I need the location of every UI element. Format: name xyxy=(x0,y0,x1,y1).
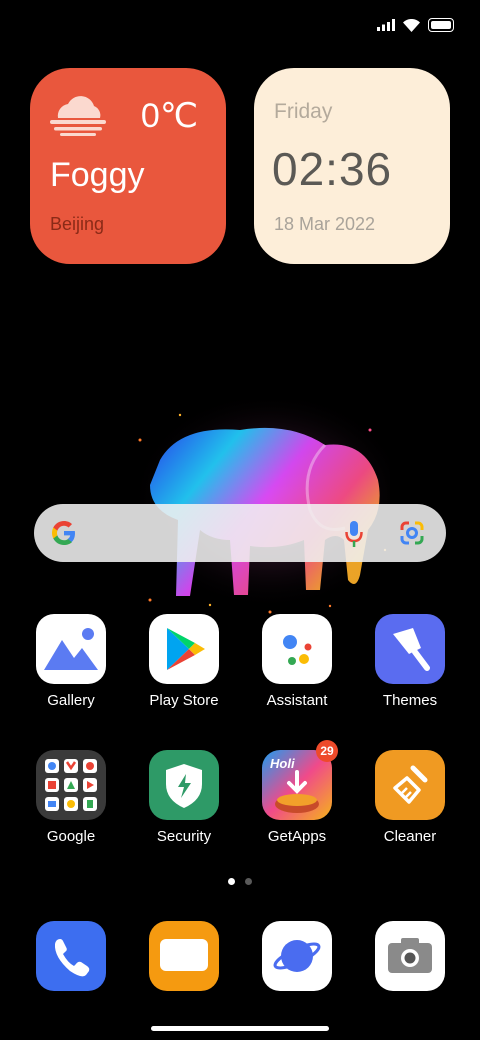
city-name: Beijing xyxy=(50,214,105,234)
app-label: Themes xyxy=(382,692,438,709)
status-bar xyxy=(377,18,454,32)
app-label: Gallery xyxy=(47,692,95,709)
fog-icon xyxy=(50,96,106,136)
page-indicator xyxy=(228,878,252,885)
app-gallery[interactable]: Gallery xyxy=(21,614,121,709)
app-getapps[interactable]: Holi 29 GetApps xyxy=(247,740,347,845)
app-label: Security xyxy=(156,828,212,845)
battery-icon xyxy=(428,18,454,32)
phone-icon xyxy=(36,921,106,991)
app-google-folder[interactable]: Google xyxy=(21,750,121,845)
google-folder-icon xyxy=(36,750,106,820)
play-store-icon xyxy=(149,614,219,684)
messages-icon xyxy=(149,921,219,991)
temperature: 0℃ xyxy=(140,97,198,135)
app-security[interactable]: Security xyxy=(134,750,234,845)
app-assistant[interactable]: Assistant xyxy=(247,614,347,709)
app-label: Play Store xyxy=(149,692,219,709)
clock-time: 02:36 xyxy=(272,143,393,195)
security-icon xyxy=(149,750,219,820)
day-of-week: Friday xyxy=(274,100,333,123)
gallery-icon xyxy=(36,614,106,684)
weather-condition: Foggy xyxy=(50,156,145,194)
signal-icon xyxy=(377,19,395,31)
clock-widget[interactable]: Friday 02:36 18 Mar 2022 xyxy=(254,68,450,264)
google-logo xyxy=(52,521,75,545)
home-indicator[interactable] xyxy=(151,1026,329,1031)
mic-icon[interactable] xyxy=(344,520,364,548)
app-label: Cleaner xyxy=(383,828,437,845)
dock-phone[interactable] xyxy=(36,921,106,991)
date: 18 Mar 2022 xyxy=(274,214,376,234)
weather-widget[interactable]: 0℃ Foggy Beijing xyxy=(30,68,226,264)
page-dot-active xyxy=(228,878,235,885)
app-cleaner[interactable]: Cleaner xyxy=(360,750,460,845)
camera-icon xyxy=(375,921,445,991)
dock-messages[interactable] xyxy=(149,921,219,991)
dock-browser[interactable] xyxy=(262,921,332,991)
app-label: GetApps xyxy=(267,828,327,845)
cleaner-icon xyxy=(375,750,445,820)
lens-icon[interactable] xyxy=(398,520,426,546)
themes-icon xyxy=(375,614,445,684)
notification-badge: 29 xyxy=(316,740,338,762)
wifi-icon xyxy=(403,18,420,32)
app-label: Assistant xyxy=(266,692,328,709)
assistant-icon xyxy=(262,614,332,684)
app-play-store[interactable]: Play Store xyxy=(134,614,234,709)
getapps-banner: Holi xyxy=(270,756,295,771)
google-search-bar[interactable] xyxy=(34,504,446,562)
page-dot[interactable] xyxy=(245,878,252,885)
app-label: Google xyxy=(46,828,96,845)
browser-icon xyxy=(262,921,332,991)
dock-camera[interactable] xyxy=(375,921,445,991)
app-themes[interactable]: Themes xyxy=(360,614,460,709)
